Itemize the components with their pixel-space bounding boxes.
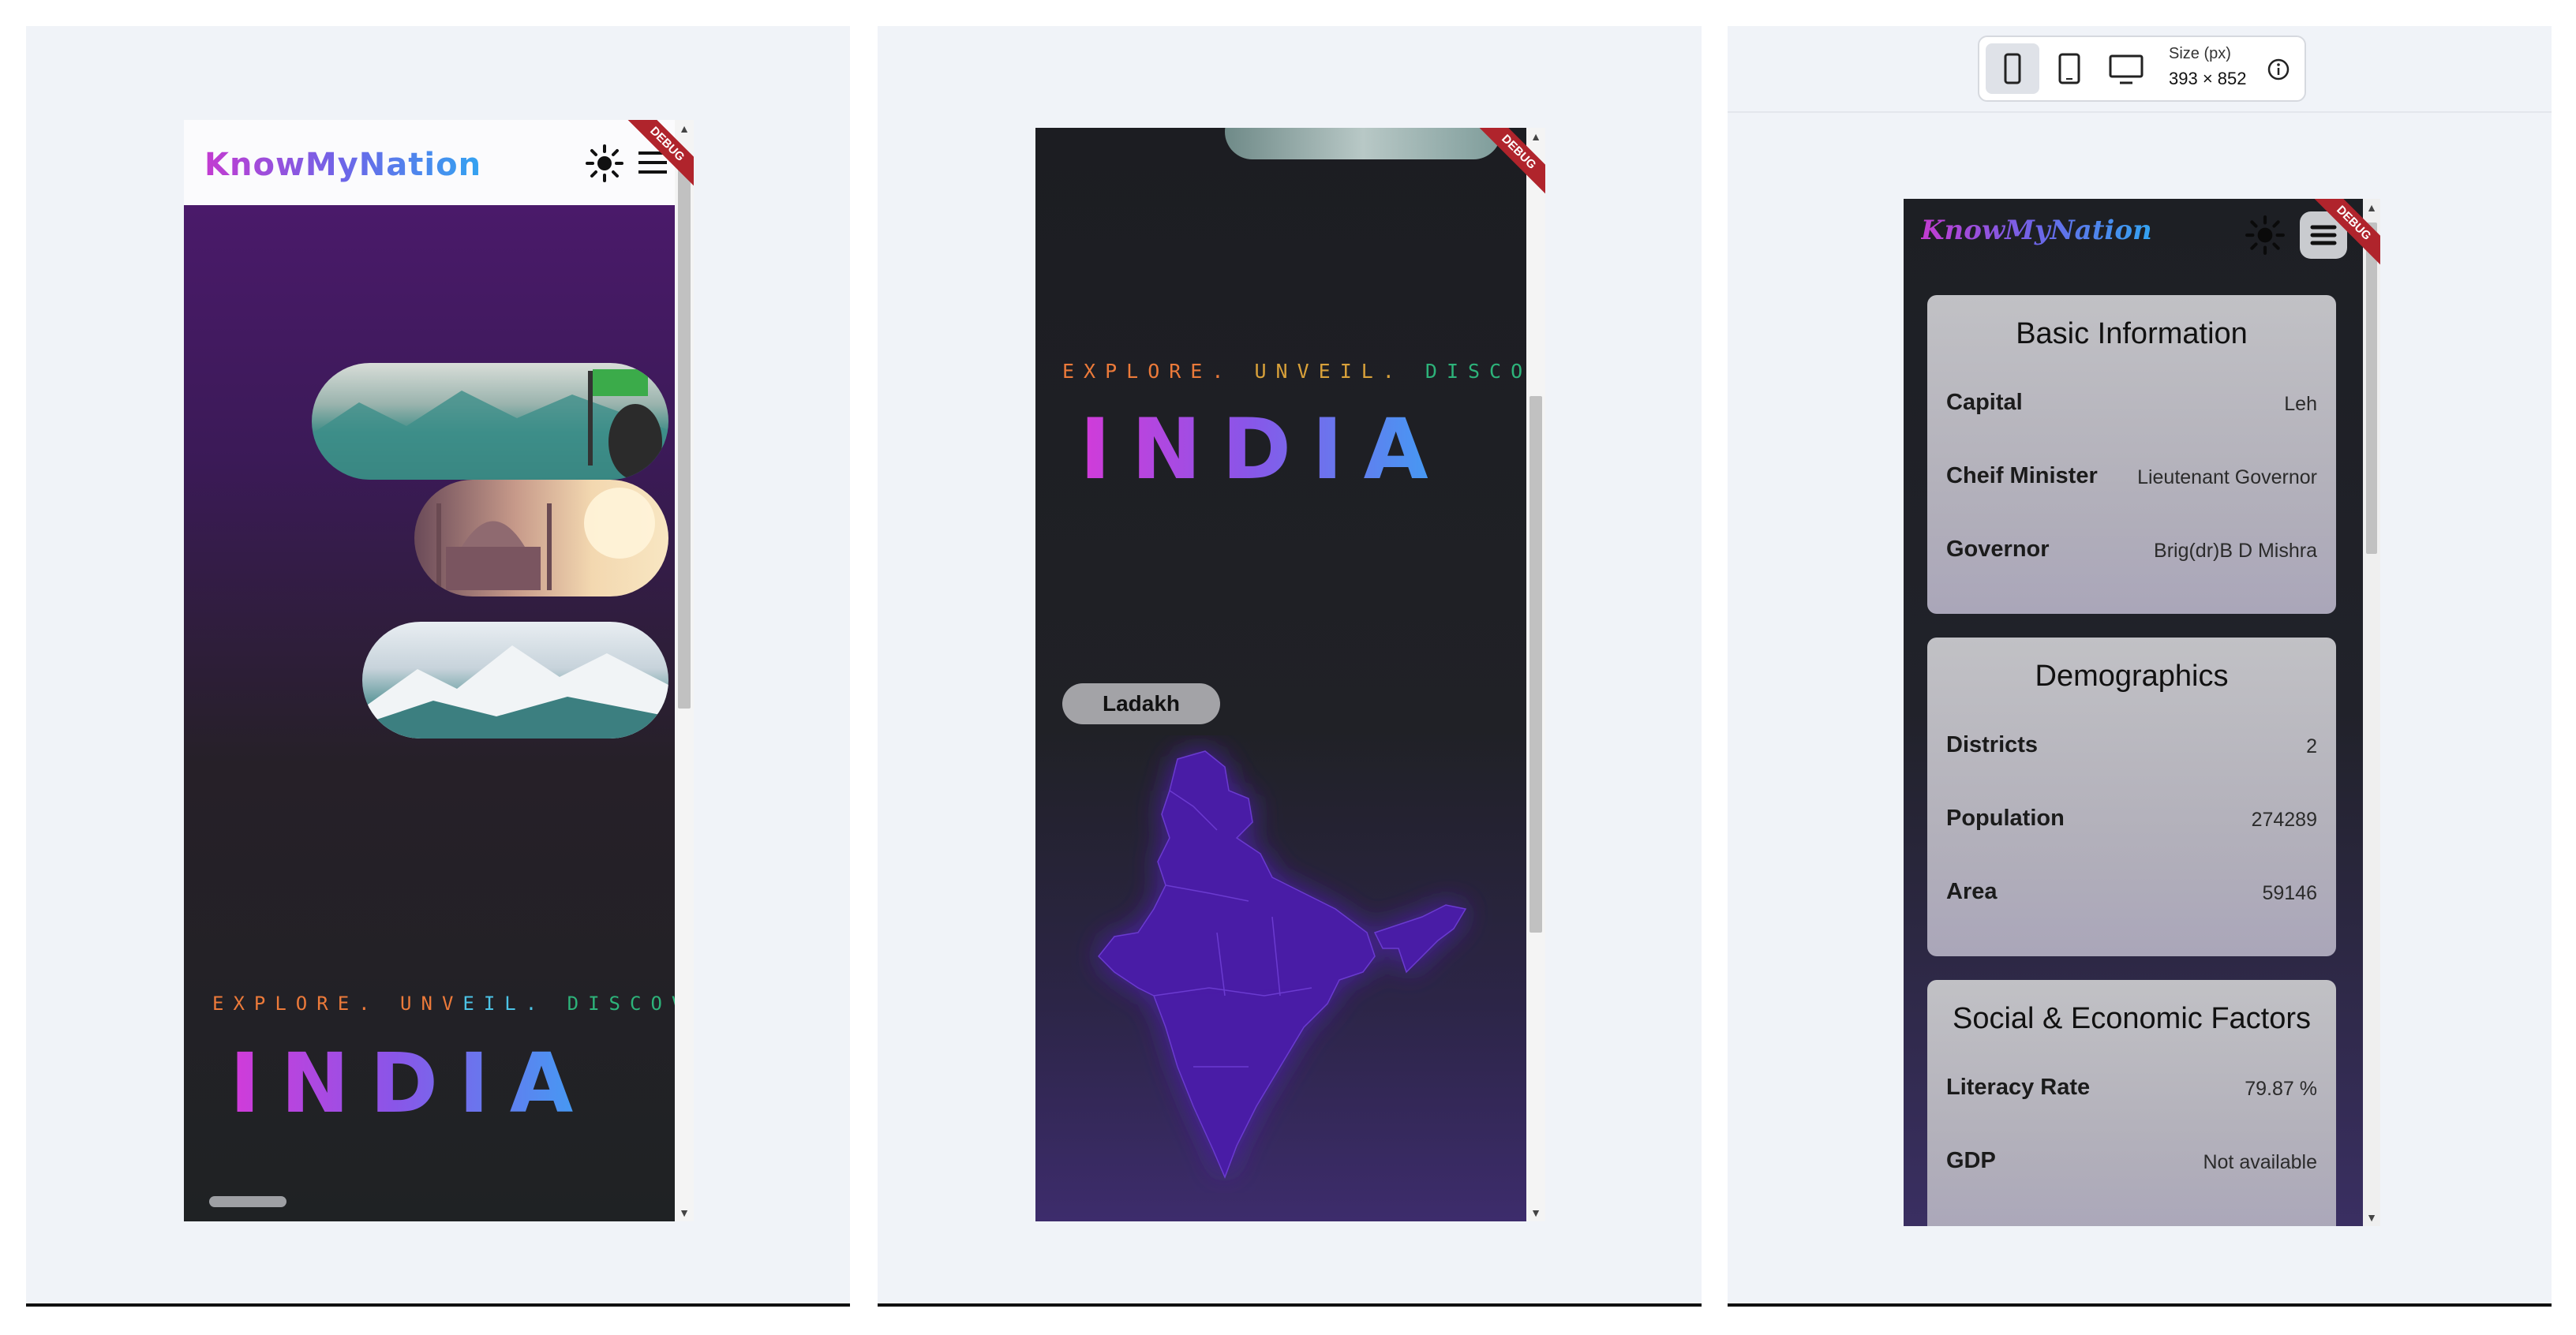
row-value: Lieutenant Governor: [2137, 466, 2317, 488]
bottom-sheet-handle[interactable]: [209, 1196, 286, 1207]
row-key: GDP: [1946, 1148, 1996, 1173]
row-value: Brig(dr)B D Mishra: [2154, 540, 2317, 562]
row-key: Cheif Minister: [1946, 463, 2098, 488]
row-value: Not available: [2203, 1151, 2317, 1173]
region-chip[interactable]: Ladakh: [1062, 683, 1220, 724]
scrollbar[interactable]: ▲ ▼: [2363, 199, 2380, 1226]
device-preview-bar: Size (px) 393 × 852: [1728, 26, 2552, 113]
app-logo[interactable]: KnowMyNation: [1921, 215, 2152, 246]
row-value: 59146: [2262, 882, 2317, 904]
scroll-thumb[interactable]: [2366, 222, 2377, 554]
row-value: Leh: [2284, 393, 2317, 415]
india-map[interactable]: [1067, 735, 1509, 1193]
mobile-device-button[interactable]: [1986, 43, 2039, 94]
row-value: 274289: [2251, 809, 2317, 831]
tagline-unveil-b: EIL.: [462, 993, 547, 1015]
size-value: 393 × 852: [2169, 69, 2247, 88]
panel-divider: [26, 1303, 850, 1307]
phone-screen-home: KnowMyNation EXPLORE. UNVEIL. DISCOV IND…: [184, 120, 694, 1221]
scroll-up-icon[interactable]: ▲: [2363, 202, 2380, 213]
row-key: Capital: [1946, 390, 2023, 415]
panel-divider: [1728, 1303, 2552, 1307]
hero-section: EXPLORE. UNVEIL. DISCOVER. INDIA: [184, 205, 694, 1221]
desktop-icon: [2109, 54, 2144, 84]
row-key: Area: [1946, 879, 1998, 904]
social-economic-card: Social & Economic Factors Literacy Rate …: [1927, 980, 2336, 1226]
info-row-chief-minister: Cheif Minister Lieutenant Governor: [1946, 463, 2317, 495]
theme-toggle-icon[interactable]: [2245, 215, 2286, 256]
basic-info-card: Basic Information Capital Leh Cheif Mini…: [1927, 295, 2336, 614]
row-value: 2: [2306, 735, 2317, 757]
theme-toggle-icon[interactable]: [585, 144, 624, 183]
card-title: Basic Information: [2016, 317, 2248, 350]
info-icon[interactable]: [2267, 58, 2290, 81]
tagline: EXPLORE. UNVEIL. DISCOVER.: [1062, 360, 1545, 383]
info-row-gdp: GDP Not available: [1946, 1148, 2317, 1180]
phone-screen-map: EXPLORE. UNVEIL. DISCOVER. INDIA Ladakh …: [1035, 128, 1545, 1221]
demographics-card: Demographics Districts 2 Population 2742…: [1927, 638, 2336, 956]
scrollbar[interactable]: ▲ ▼: [675, 120, 694, 1221]
scroll-up-icon[interactable]: ▲: [675, 123, 694, 134]
scrollbar[interactable]: ▲ ▼: [1526, 128, 1545, 1221]
scrolled-image-edge: [1225, 128, 1501, 159]
card-title: Social & Economic Factors: [1952, 1002, 2312, 1035]
tagline: EXPLORE. UNVEIL. DISCOVER.: [212, 993, 694, 1015]
scroll-down-icon[interactable]: ▼: [1526, 1207, 1545, 1218]
row-key: Governor: [1946, 537, 2050, 562]
tagline-explore: EXPLORE.: [212, 993, 380, 1015]
info-row-governor: Governor Brig(dr)B D Mishra: [1946, 537, 2317, 568]
panel-divider: [878, 1303, 1702, 1307]
device-toolbar: Size (px) 393 × 852: [1978, 36, 2306, 102]
tablet-device-button[interactable]: [2042, 43, 2096, 94]
app-logo[interactable]: KnowMyNation: [204, 147, 481, 183]
info-row-literacy-rate: Literacy Rate 79.87 %: [1946, 1075, 2317, 1106]
mountain-flag-image: [312, 363, 668, 480]
card-title: Demographics: [2035, 660, 2229, 693]
scroll-down-icon[interactable]: ▼: [675, 1207, 694, 1218]
phone-icon: [2004, 53, 2021, 84]
scroll-up-icon[interactable]: ▲: [1526, 131, 1545, 142]
tagline-explore: EXPLORE.: [1062, 360, 1234, 383]
info-row-capital: Capital Leh: [1946, 390, 2317, 421]
row-key: Population: [1946, 806, 2065, 831]
row-key: Districts: [1946, 732, 2039, 757]
desktop-device-button[interactable]: [2099, 43, 2153, 94]
info-row-districts: Districts 2: [1946, 732, 2317, 764]
scroll-thumb[interactable]: [678, 164, 691, 709]
taj-mahal-image: [414, 480, 668, 596]
scroll-thumb[interactable]: [1530, 396, 1542, 933]
info-row-population: Population 274289: [1946, 806, 2317, 837]
tablet-icon: [2058, 53, 2080, 84]
info-row-area: Area 59146: [1946, 879, 2317, 911]
hero-title: INDIA: [1080, 401, 1449, 498]
snow-mountain-image: [362, 622, 668, 739]
row-key: Literacy Rate: [1946, 1075, 2091, 1100]
scroll-down-icon[interactable]: ▼: [2363, 1212, 2380, 1223]
tagline-unveil-a: UNV: [400, 993, 463, 1015]
size-label: Size (px): [2169, 45, 2231, 62]
row-value: 79.87 %: [2245, 1078, 2317, 1100]
phone-screen-details: KnowMyNation Basic Information Capital L…: [1904, 199, 2380, 1226]
app-bar: KnowMyNation: [184, 120, 675, 205]
hero-title: INDIA: [230, 1035, 594, 1131]
tagline-unveil: UNVEIL.: [1254, 360, 1404, 383]
